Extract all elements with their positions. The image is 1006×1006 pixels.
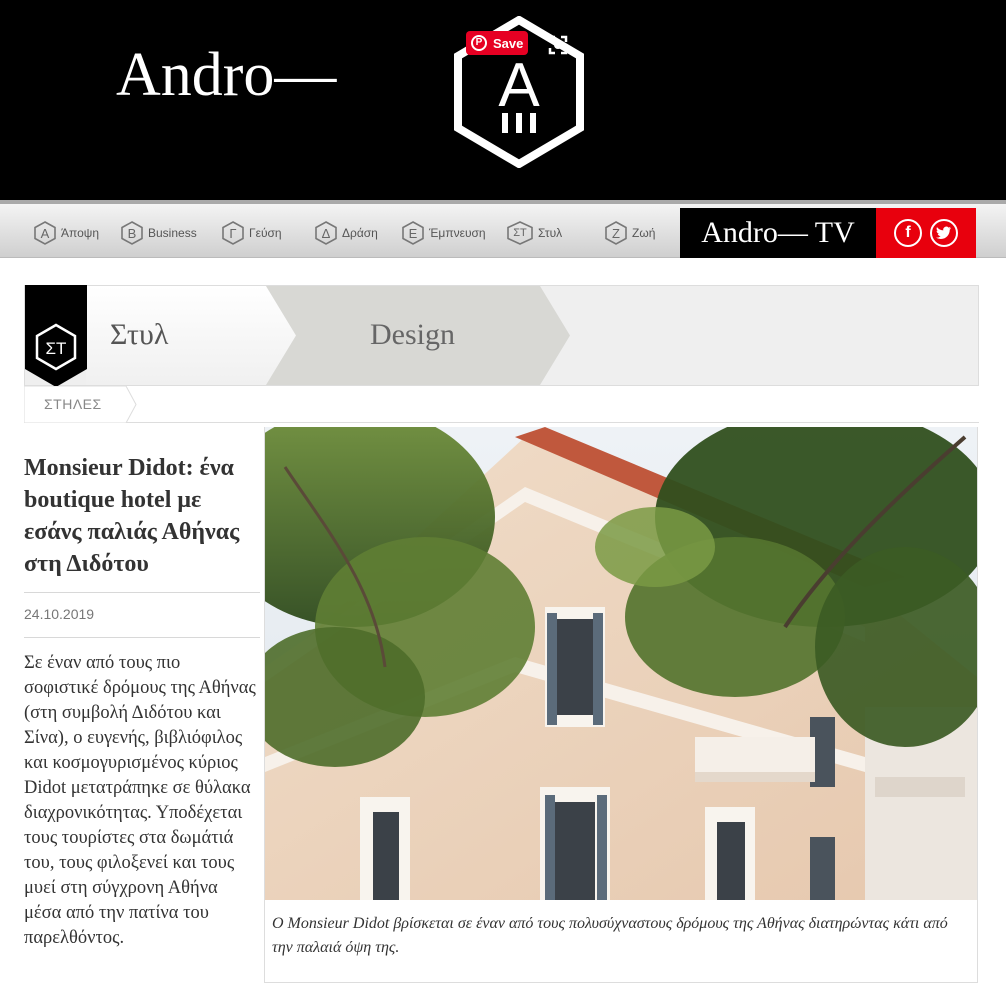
nav-item-geusi[interactable]: Γ Γεύση xyxy=(222,220,282,246)
section-badge-icon: ΣΤ xyxy=(25,285,87,387)
nav-label: Έμπνευση xyxy=(429,226,486,240)
twitter-icon[interactable] xyxy=(930,219,958,247)
nav-label: Γεύση xyxy=(249,226,282,240)
nav-label: Business xyxy=(148,226,197,240)
social-links: f xyxy=(876,208,976,258)
nav-item-stul[interactable]: ΣΤ Στυλ xyxy=(507,220,562,246)
pinterest-save-button[interactable]: P Save xyxy=(466,31,528,55)
nav-badge-icon: Β xyxy=(121,221,143,245)
article-photo[interactable] xyxy=(265,427,977,900)
logo-letter: Α xyxy=(498,51,540,120)
nav-item-apopsi[interactable]: Α Άποψη xyxy=(34,220,99,246)
nav-badge-icon: Α xyxy=(34,221,56,245)
pinterest-icon: P xyxy=(471,35,487,51)
nav-item-zoi[interactable]: Ζ Ζωή xyxy=(605,220,655,246)
main-nav: Α Άποψη Β Business Γ Γεύση Δ Δράση Ε Έμπ… xyxy=(0,200,1006,258)
photo-caption: Ο Monsieur Didot βρίσκεται σε έναν από τ… xyxy=(272,915,948,956)
nav-badge-icon: Γ xyxy=(222,221,244,245)
columns-link[interactable]: ΣΤΗΛΕΣ xyxy=(44,396,102,412)
nav-label: Άποψη xyxy=(61,226,100,240)
nav-item-drasi[interactable]: Δ Δράση xyxy=(315,220,378,246)
nav-item-business[interactable]: Β Business xyxy=(121,220,197,246)
site-title[interactable]: Andro— xyxy=(116,44,336,106)
sub-breadcrumb xyxy=(24,386,979,423)
article-body: Σε έναν από τους πιο σοφιστικέ δρόμους τ… xyxy=(24,653,256,948)
nav-badge-icon: Δ xyxy=(315,221,337,245)
breadcrumb-subsection[interactable]: Design xyxy=(370,318,455,352)
nav-item-empneusi[interactable]: Ε Έμπνευση xyxy=(402,220,486,246)
site-header: Andro— Α P Save xyxy=(0,0,1006,200)
nav-label: Δράση xyxy=(342,226,378,240)
pinterest-save-label: Save xyxy=(493,35,524,51)
nav-badge-icon: Ζ xyxy=(605,221,627,245)
expand-icon[interactable] xyxy=(548,35,568,55)
article-date: 24.10.2019 xyxy=(24,606,95,622)
svg-text:Α: Α xyxy=(498,51,540,120)
nav-label: Στυλ xyxy=(538,226,563,240)
svg-text:ΣΤ: ΣΤ xyxy=(46,339,67,358)
nav-badge-icon: Ε xyxy=(402,221,424,245)
divider xyxy=(24,592,260,593)
nav-label: Ζωή xyxy=(632,226,656,240)
facebook-icon[interactable]: f xyxy=(894,219,922,247)
divider xyxy=(24,637,260,638)
nav-badge-icon: ΣΤ xyxy=(507,221,533,245)
andro-tv-link[interactable]: Andro— TV xyxy=(680,208,876,258)
breadcrumb-section[interactable]: Στυλ xyxy=(110,318,168,352)
article-title: Monsieur Didot: ένα boutique hotel με εσ… xyxy=(24,455,240,577)
